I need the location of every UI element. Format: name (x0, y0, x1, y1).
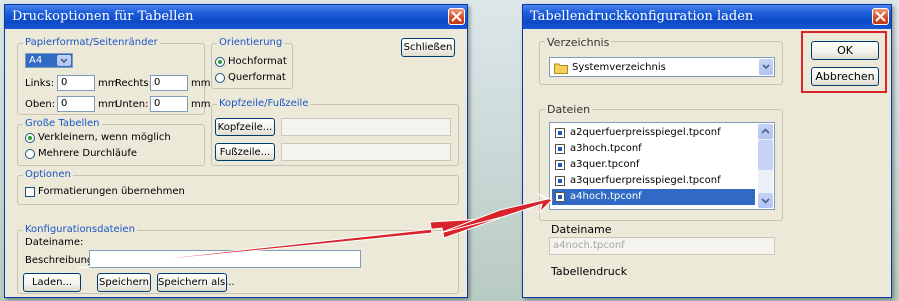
annotation-arrow (77, 193, 553, 269)
